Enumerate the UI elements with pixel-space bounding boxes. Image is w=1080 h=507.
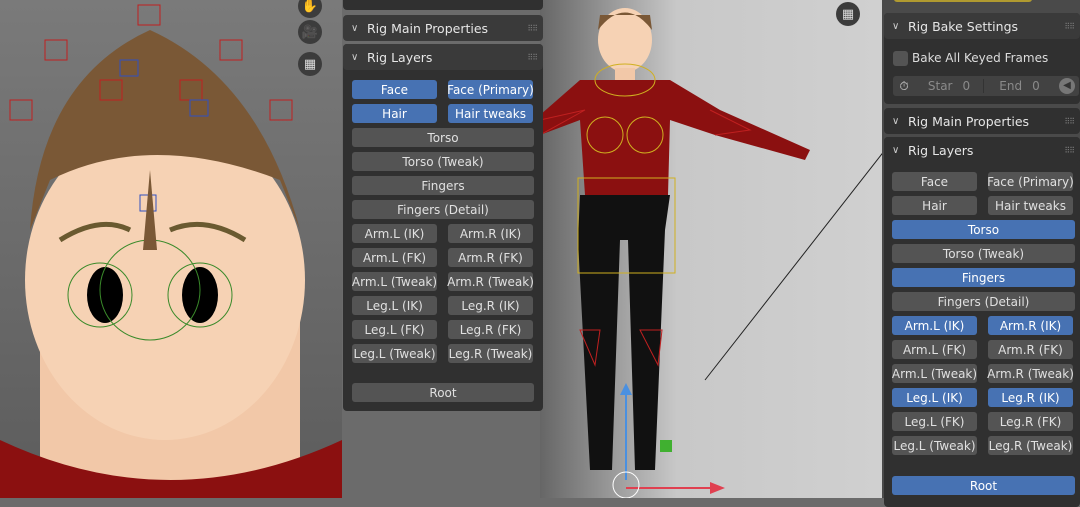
chevron-down-icon: ∨ [892, 115, 900, 127]
viewport-face-closeup[interactable]: ✋ 🎥 ▦ [0, 0, 342, 498]
section-rig-layers[interactable]: ∨ Rig Layers ⠿⠿ [343, 44, 543, 70]
layer-button-fingers[interactable]: Fingers [352, 176, 534, 195]
layer-button-leg-r-tweak[interactable]: Leg.R (Tweak) [448, 344, 533, 363]
grid-view-icon[interactable]: ▦ [298, 52, 322, 76]
start-label: Star [927, 79, 953, 93]
camera-icon[interactable]: 🎥 [298, 20, 322, 44]
layer-button-arm-l-fk[interactable]: Arm.L (FK) [892, 340, 977, 359]
layer-button-torso[interactable]: Torso [352, 128, 534, 147]
layer-button-hair[interactable]: Hair [892, 196, 977, 215]
end-value: 0 [1032, 79, 1040, 93]
layer-button-leg-l-fk[interactable]: Leg.L (FK) [892, 412, 977, 431]
frame-range-row: ⏱ Star 0 End 0 ◀ [893, 76, 1079, 96]
drag-grip-icon[interactable]: ⠿⠿ [527, 53, 538, 62]
left-rig-panel: ∨ Rig Main Properties ⠿⠿ ∨ Rig Layers ⠿⠿ Fac… [343, 0, 543, 498]
layer-button-leg-l-tweak[interactable]: Leg.L (Tweak) [892, 436, 977, 455]
layer-button-leg-l-fk[interactable]: Leg.L (FK) [352, 320, 437, 339]
yellow-bar-fragment [894, 0, 1032, 2]
viewport-character[interactable]: ▦ [540, 0, 882, 498]
layer-button-leg-r-ik[interactable]: Leg.R (IK) [988, 388, 1073, 407]
arrow-left-icon[interactable]: ◀ [1059, 78, 1075, 94]
layer-button-arm-r-fk[interactable]: Arm.R (FK) [988, 340, 1073, 359]
layer-button-leg-l-ik[interactable]: Leg.L (IK) [352, 296, 437, 315]
layer-button-arm-r-tweak[interactable]: Arm.R (Tweak) [987, 364, 1074, 383]
section-rig-main-properties[interactable]: ∨ Rig Main Properties ⠿⠿ [343, 15, 543, 41]
rig-bake-settings-panel: ∨ Rig Bake Settings ⠿⠿ Bake All Keyed Fram… [884, 13, 1080, 104]
layer-button-arm-l-ik[interactable]: Arm.L (IK) [352, 224, 437, 243]
layer-button-face-primary[interactable]: Face (Primary) [987, 172, 1074, 191]
drag-grip-icon[interactable]: ⠿⠿ [1064, 22, 1075, 31]
chevron-down-icon: ∨ [892, 20, 900, 32]
start-value: 0 [962, 79, 971, 93]
face-model [0, 4, 342, 498]
layer-button-leg-r-fk[interactable]: Leg.R (FK) [448, 320, 533, 339]
rig-layers-panel: ∨ Rig Layers ⠿⠿ Face Face (Primary) Hair Hair… [343, 44, 543, 411]
character-model [540, 8, 882, 498]
layer-button-face[interactable]: Face [892, 172, 977, 191]
layer-button-arm-l-tweak[interactable]: Arm.L (Tweak) [352, 272, 437, 291]
chevron-down-icon: ∨ [892, 144, 900, 156]
drag-grip-icon[interactable]: ⠿⠿ [527, 24, 538, 33]
layer-button-hair-tweaks[interactable]: Hair tweaks [988, 196, 1073, 215]
layer-button-arm-r-ik[interactable]: Arm.R (IK) [448, 224, 533, 243]
layer-button-arm-l-tweak[interactable]: Arm.L (Tweak) [892, 364, 977, 383]
section-title: Rig Main Properties [908, 113, 1030, 129]
bake-all-keyed-frames-checkbox[interactable] [893, 51, 908, 66]
layer-button-torso-tweak[interactable]: Torso (Tweak) [352, 152, 534, 171]
layer-button-fingers-detail[interactable]: Fingers (Detail) [352, 200, 534, 219]
start-frame-field[interactable]: Star 0 [915, 79, 983, 93]
previous-panel-fragment [343, 0, 543, 10]
layer-button-leg-r-ik[interactable]: Leg.R (IK) [448, 296, 533, 315]
layer-button-arm-l-ik[interactable]: Arm.L (IK) [892, 316, 977, 335]
section-rig-main-properties[interactable]: ∨ Rig Main Properties ⠿⠿ [884, 108, 1080, 134]
layer-button-leg-r-fk[interactable]: Leg.R (FK) [988, 412, 1073, 431]
layer-button-torso[interactable]: Torso [892, 220, 1075, 239]
chevron-down-icon: ∨ [351, 51, 359, 63]
section-title: Rig Layers [908, 142, 974, 158]
grid-view-icon[interactable]: ▦ [836, 2, 860, 26]
drag-grip-icon[interactable]: ⠿⠿ [1064, 117, 1075, 126]
layer-button-arm-l-fk[interactable]: Arm.L (FK) [352, 248, 437, 267]
section-title: Rig Bake Settings [908, 18, 1019, 34]
stopwatch-icon[interactable]: ⏱ [893, 79, 915, 94]
layer-button-leg-r-tweak[interactable]: Leg.R (Tweak) [988, 436, 1073, 455]
layer-button-arm-r-ik[interactable]: Arm.R (IK) [988, 316, 1073, 335]
layer-button-arm-r-fk[interactable]: Arm.R (FK) [448, 248, 533, 267]
layer-button-torso-tweak[interactable]: Torso (Tweak) [892, 244, 1075, 263]
layer-button-leg-l-tweak[interactable]: Leg.L (Tweak) [352, 344, 437, 363]
end-label: End [999, 79, 1023, 93]
section-title: Rig Main Properties [367, 20, 489, 36]
end-frame-field[interactable]: End 0 [983, 79, 1055, 93]
section-rig-layers[interactable]: ∨ Rig Layers ⠿⠿ [884, 137, 1080, 163]
layer-button-fingers[interactable]: Fingers [892, 268, 1075, 287]
layer-button-fingers-detail[interactable]: Fingers (Detail) [892, 292, 1075, 311]
layer-button-root[interactable]: Root [892, 476, 1075, 495]
layer-button-hair-tweaks[interactable]: Hair tweaks [448, 104, 533, 123]
chevron-down-icon: ∨ [351, 22, 359, 34]
drag-grip-icon[interactable]: ⠿⠿ [1064, 146, 1075, 155]
layer-button-face[interactable]: Face [352, 80, 437, 99]
layer-button-face-primary[interactable]: Face (Primary) [447, 80, 534, 99]
section-title: Rig Layers [367, 49, 433, 65]
layer-button-root[interactable]: Root [352, 383, 534, 402]
bake-all-keyed-frames-label: Bake All Keyed Frames [912, 51, 1049, 65]
section-rig-bake-settings[interactable]: ∨ Rig Bake Settings ⠿⠿ [884, 13, 1080, 39]
layer-button-arm-r-tweak[interactable]: Arm.R (Tweak) [447, 272, 534, 291]
layer-button-hair[interactable]: Hair [352, 104, 437, 123]
layer-button-leg-l-ik[interactable]: Leg.L (IK) [892, 388, 977, 407]
rig-layers-panel: ∨ Rig Layers ⠿⠿ Face Face (Primary) Hair Hair… [884, 137, 1080, 507]
right-rig-panel: ∨ Rig Bake Settings ⠿⠿ Bake All Keyed Fram… [882, 0, 1080, 507]
